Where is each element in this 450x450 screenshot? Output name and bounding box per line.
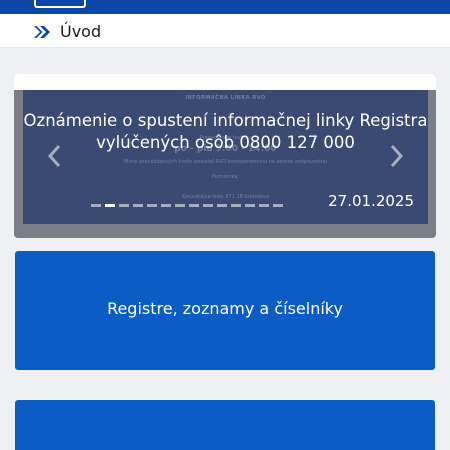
carousel-indicator[interactable]: [161, 204, 171, 207]
carousel-indicator[interactable]: [245, 204, 255, 207]
carousel-indicator[interactable]: [133, 204, 143, 207]
slide-bg-text: INFORMAČNÁ LINKA RVO: [185, 95, 266, 101]
chevron-left-icon[interactable]: [47, 144, 61, 168]
carousel-indicator[interactable]: [273, 204, 283, 207]
breadcrumb-current[interactable]: Úvod: [60, 22, 101, 41]
carousel-indicator[interactable]: [91, 204, 101, 207]
breadcrumb: Úvod: [0, 14, 450, 48]
carousel-top-strip: [14, 74, 436, 90]
double-chevron-right-icon: [34, 26, 50, 38]
registers-tile[interactable]: Registre, zoznamy a číselníky: [15, 251, 435, 370]
slide-title[interactable]: Oznámenie o spustení informačnej linky R…: [23, 110, 428, 154]
carousel-indicator[interactable]: [203, 204, 213, 207]
slide-bg-text: Poznámka:: [211, 174, 240, 180]
carousel-indicator[interactable]: [119, 204, 129, 207]
carousel-indicator[interactable]: [189, 204, 199, 207]
carousel-indicator[interactable]: [259, 204, 269, 207]
top-header-bar: [0, 0, 450, 14]
carousel-indicator[interactable]: [175, 204, 185, 207]
second-tile[interactable]: [15, 400, 435, 450]
home-logo-button[interactable]: [34, 0, 86, 8]
slide-bg-text: Mimo prevádzkových hodín posielať RVO ko…: [124, 159, 327, 165]
chevron-right-icon[interactable]: [390, 144, 404, 168]
slide-title-line-2: vylúčených osôb 0800 127 000: [96, 133, 355, 152]
carousel-indicators: [91, 204, 283, 208]
carousel-slide[interactable]: INFORMAČNÁ LINKA RVO Prevádzkové hodiny:…: [23, 90, 428, 224]
carousel-indicator[interactable]: [217, 204, 227, 207]
registers-tile-label: Registre, zoznamy a číselníky: [107, 299, 343, 318]
carousel-indicator[interactable]: [147, 204, 157, 207]
news-carousel: INFORMAČNÁ LINKA RVO Prevádzkové hodiny:…: [14, 74, 436, 238]
carousel-indicator[interactable]: [105, 204, 115, 207]
slide-date: 27.01.2025: [328, 192, 414, 210]
carousel-indicator[interactable]: [231, 204, 241, 207]
slide-title-line-1: Oznámenie o spustení informačnej linky R…: [23, 111, 428, 130]
